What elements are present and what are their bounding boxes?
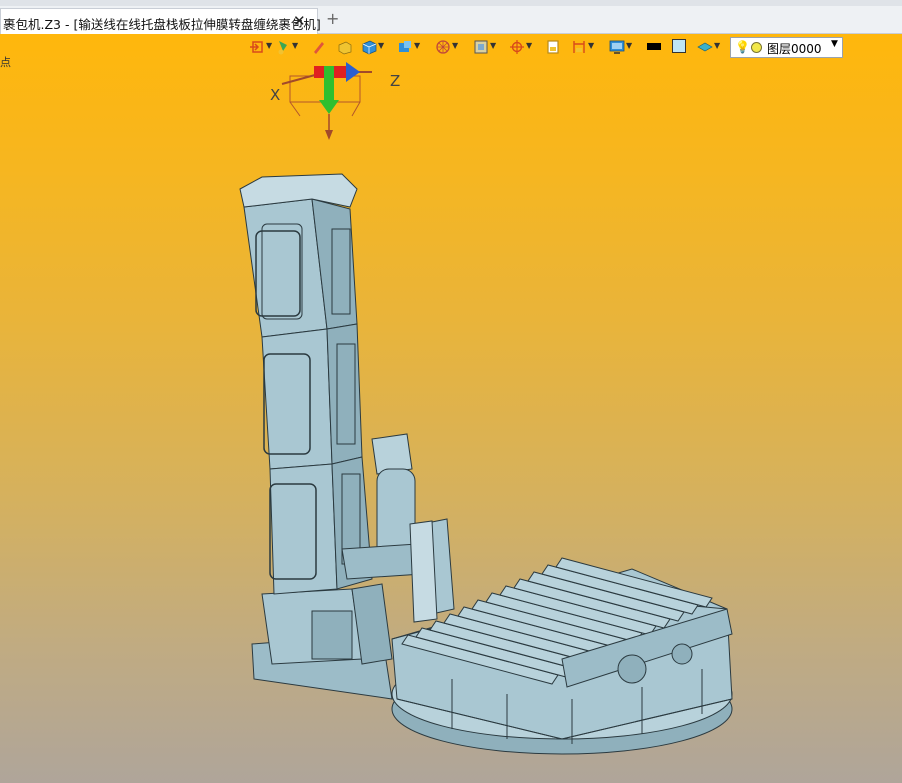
view-toolbar: ▼ ▼ ▼ ▼ ▼ ▼ ▼ ▼ ▼ ▼ 💡 图层0000 ▼ [248, 36, 844, 58]
chevron-down-icon[interactable]: ▼ [266, 41, 272, 50]
chevron-down-icon[interactable]: ▼ [714, 41, 720, 50]
pencil-icon[interactable] [310, 38, 328, 56]
dimension-icon[interactable] [570, 38, 588, 56]
wheel-icon[interactable] [434, 38, 452, 56]
3d-viewport[interactable]: 点 ▼ ▼ ▼ ▼ ▼ ▼ ▼ ▼ ▼ ▼ 💡 图层0000 ▼ X Z [0, 34, 902, 783]
add-tab-icon[interactable]: + [326, 11, 339, 27]
layer-status-icon [751, 42, 762, 53]
cube-icon[interactable] [360, 38, 378, 56]
view-cube-icon[interactable] [396, 38, 414, 56]
exit-icon[interactable] [248, 38, 266, 56]
layer-select[interactable]: 💡 图层0000 ▼ [730, 37, 843, 58]
chevron-down-icon[interactable]: ▼ [292, 41, 298, 50]
document-tab[interactable]: 裹包机.Z3 - [输送线在线托盘栈板拉伸膜转盘缠绕裹包机] ✕ [0, 8, 321, 34]
z-axis-label: Z [390, 72, 401, 90]
document-tab-bar: 裹包机.Z3 - [输送线在线托盘栈板拉伸膜转盘缠绕裹包机] ✕ + [0, 6, 902, 34]
line-color-icon[interactable] [647, 43, 661, 50]
chevron-down-icon[interactable]: ▼ [588, 41, 594, 50]
chevron-down-icon[interactable]: ▼ [378, 41, 384, 50]
frame-icon[interactable] [472, 38, 490, 56]
chevron-down-icon[interactable]: ▼ [452, 41, 458, 50]
lightbulb-icon[interactable]: 💡 [735, 40, 750, 54]
solid-box-icon[interactable] [336, 38, 354, 56]
paint-icon[interactable] [274, 38, 292, 56]
close-icon[interactable]: ✕ [293, 12, 306, 30]
x-axis-label: X [270, 86, 281, 104]
display-icon[interactable] [608, 38, 626, 56]
page-icon[interactable] [544, 38, 562, 56]
chevron-down-icon[interactable]: ▼ [526, 41, 532, 50]
chevron-down-icon[interactable]: ▼ [414, 41, 420, 50]
chevron-down-icon[interactable]: ▼ [831, 39, 838, 49]
layer-stack-icon[interactable] [696, 38, 714, 56]
document-tab-label: 裹包机.Z3 - [输送线在线托盘栈板拉伸膜转盘缠绕裹包机] [3, 17, 321, 32]
chevron-down-icon[interactable]: ▼ [490, 41, 496, 50]
fill-color-icon[interactable] [672, 39, 686, 53]
layer-select-value: 图层0000 [767, 42, 822, 56]
wrapping-machine-model[interactable] [232, 139, 742, 764]
viewport-edge-text: 点 [0, 56, 11, 69]
target-icon[interactable] [508, 38, 526, 56]
chevron-down-icon[interactable]: ▼ [626, 41, 632, 50]
